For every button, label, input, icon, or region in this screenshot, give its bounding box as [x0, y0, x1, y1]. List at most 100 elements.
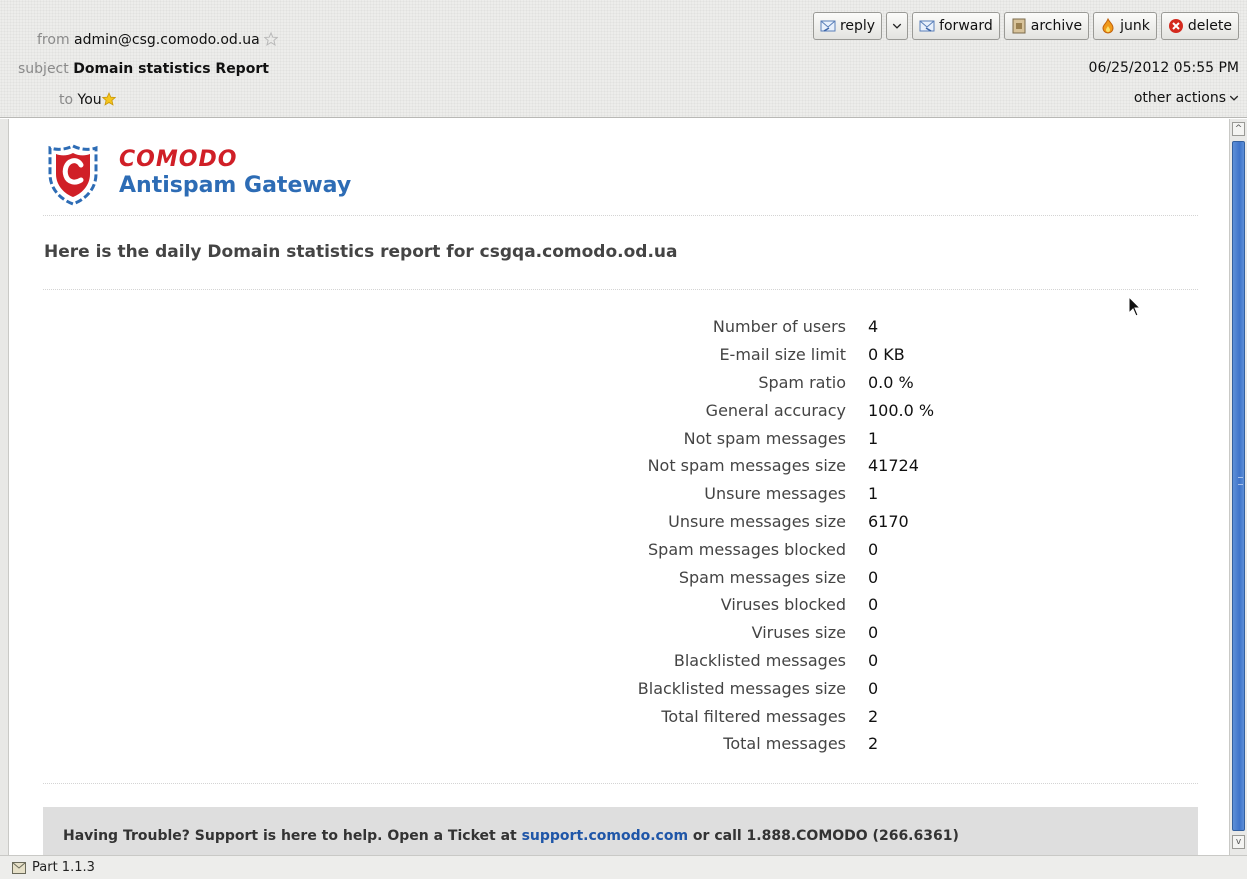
stat-value: 1	[868, 428, 879, 448]
divider	[43, 783, 1198, 784]
reply-icon	[820, 20, 836, 32]
left-border	[0, 119, 9, 855]
reply-label: reply	[839, 18, 876, 34]
brand-name: COMODO	[119, 147, 238, 172]
scroll-up-arrow[interactable]: ^	[1232, 122, 1245, 136]
star-outline-icon[interactable]	[264, 32, 279, 46]
stat-label: Not spam messages size	[647, 456, 846, 476]
message-header: from admin@csg.comodo.od.ua subject Doma…	[0, 0, 1247, 118]
comodo-logo-icon	[48, 144, 98, 206]
stat-row: Blacklisted messages size 0	[540, 674, 934, 702]
stat-value: 1	[868, 484, 879, 504]
stat-value: 2	[868, 706, 879, 726]
stat-label: Total filtered messages	[661, 706, 846, 726]
stat-value: 0	[868, 595, 879, 615]
stat-value: 41724	[868, 456, 919, 476]
flame-icon	[1102, 18, 1114, 34]
report-intro: Here is the daily Domain statistics repo…	[44, 242, 678, 262]
message-toolbar: reply forward archive junk delete	[812, 12, 1239, 40]
archive-label: archive	[1030, 18, 1083, 34]
stat-row: Blacklisted messages 0	[540, 647, 934, 675]
stat-row: Not spam messages size 41724	[540, 452, 934, 480]
junk-label: junk	[1120, 18, 1150, 34]
stat-row: Not spam messages 1	[540, 424, 934, 452]
stat-label: Blacklisted messages	[673, 650, 846, 670]
delete-icon	[1168, 19, 1183, 33]
stat-value: 4	[868, 317, 879, 337]
stat-label: E-mail size limit	[719, 345, 846, 365]
stat-row: Total messages 2	[540, 730, 934, 758]
stat-value: 0.0 %	[868, 372, 914, 392]
stat-value: 0	[868, 650, 879, 670]
other-actions-menu[interactable]: other actions	[1134, 90, 1239, 106]
scrollbar-thumb[interactable]	[1232, 141, 1245, 831]
forward-button[interactable]: forward	[912, 12, 1000, 40]
message-body: COMODO Antispam Gateway Here is the dail…	[10, 119, 1229, 855]
stat-value: 6170	[868, 511, 909, 531]
chevron-down-icon	[892, 23, 902, 29]
star-filled-icon[interactable]	[101, 92, 116, 106]
stat-label: Number of users	[712, 317, 846, 337]
stat-row: Unsure messages 1	[540, 480, 934, 508]
attachment-part-bar[interactable]: Part 1.1.3	[0, 855, 1247, 879]
stat-value: 0	[868, 539, 879, 559]
message-part-icon	[12, 861, 26, 874]
stat-label: Spam messages size	[678, 567, 846, 587]
stat-value: 2	[868, 734, 879, 754]
chevron-down-icon	[1229, 95, 1239, 101]
to-row: to You	[59, 92, 116, 108]
stat-value: 0	[868, 567, 879, 587]
delete-button[interactable]: delete	[1160, 12, 1239, 40]
junk-button[interactable]: junk	[1093, 12, 1157, 40]
stat-value: 0	[868, 623, 879, 643]
stat-value: 0 KB	[868, 345, 905, 365]
stat-row: Viruses size 0	[540, 619, 934, 647]
stat-row: Spam messages blocked 0	[540, 535, 934, 563]
stat-label: Viruses size	[751, 623, 846, 643]
reply-button[interactable]: reply	[812, 12, 883, 40]
to-label: to	[59, 92, 74, 108]
other-actions-label: other actions	[1133, 90, 1226, 106]
stat-label: Unsure messages	[704, 484, 846, 504]
statistics-table: Number of users 4 E-mail size limit 0 KB Spa…	[540, 313, 934, 758]
subject-value: Domain statistics Report	[73, 61, 269, 77]
stat-value: 100.0 %	[868, 400, 935, 420]
scrollbar-grip	[1238, 477, 1243, 485]
divider	[43, 289, 1198, 290]
stat-row: General accuracy 100.0 %	[540, 396, 934, 424]
scroll-down-arrow[interactable]: v	[1232, 835, 1245, 849]
support-text: Having Trouble? Support is here to help.…	[63, 828, 959, 844]
from-label: from	[37, 32, 70, 48]
stat-label: Not spam messages	[683, 428, 846, 448]
stat-row: Spam messages size 0	[540, 563, 934, 591]
forward-icon	[919, 20, 935, 32]
support-footer: Having Trouble? Support is here to help.…	[43, 807, 1198, 855]
support-suffix: or call 1.888.COMODO (266.6361)	[688, 828, 959, 844]
message-date: 06/25/2012 05:55 PM	[1088, 60, 1239, 76]
archive-button[interactable]: archive	[1003, 12, 1090, 40]
subject-row: subject Domain statistics Report	[18, 61, 269, 77]
part-label: Part 1.1.3	[32, 860, 95, 875]
archive-icon	[1012, 18, 1026, 34]
to-value[interactable]: You	[78, 92, 102, 108]
stat-row: E-mail size limit 0 KB	[540, 341, 934, 369]
stat-label: Unsure messages size	[668, 511, 846, 531]
from-address[interactable]: admin@csg.comodo.od.ua	[74, 32, 260, 48]
stat-label: General accuracy	[705, 400, 846, 420]
support-prefix: Having Trouble? Support is here to help.…	[63, 828, 522, 844]
divider	[43, 215, 1198, 216]
stat-value: 0	[868, 678, 879, 698]
stat-row: Unsure messages size 6170	[540, 508, 934, 536]
vertical-scrollbar[interactable]: ^ v	[1229, 119, 1247, 855]
stat-label: Total messages	[723, 734, 846, 754]
stat-label: Spam ratio	[758, 372, 846, 392]
delete-label: delete	[1187, 18, 1232, 34]
forward-label: forward	[939, 18, 993, 34]
stat-row: Total filtered messages 2	[540, 702, 934, 730]
support-link[interactable]: support.comodo.com	[522, 828, 688, 844]
reply-dropdown-button[interactable]	[886, 12, 909, 40]
from-row: from admin@csg.comodo.od.ua	[37, 32, 279, 48]
stat-label: Spam messages blocked	[648, 539, 846, 559]
stat-row: Spam ratio 0.0 %	[540, 369, 934, 397]
subject-label: subject	[18, 61, 69, 77]
